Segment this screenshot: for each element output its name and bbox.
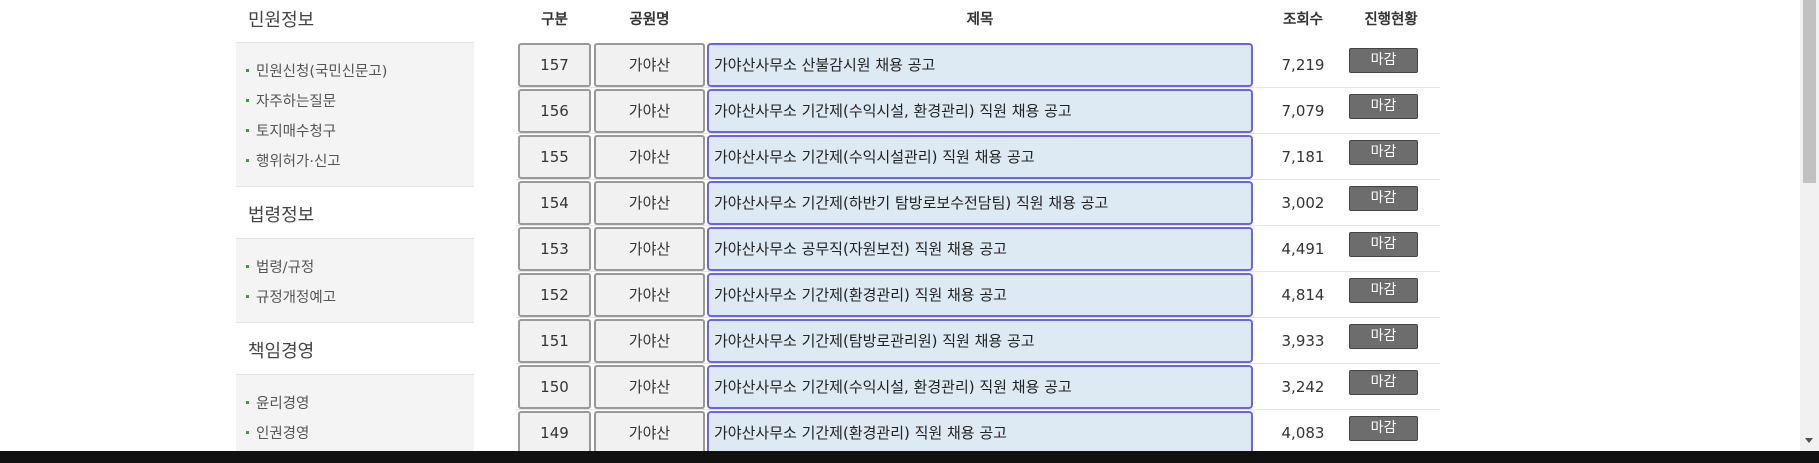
row-views: 4,491 bbox=[1281, 240, 1325, 258]
row-views: 4,083 bbox=[1281, 424, 1325, 442]
row-park: 가야산 bbox=[594, 181, 705, 225]
status-badge: 마감 bbox=[1349, 48, 1418, 73]
sidebar: 민원정보 민원신청(국민신문고) 자주하는질문 토지매수청구 행위허가·신고 법… bbox=[236, 0, 474, 463]
row-park: 가야산 bbox=[594, 411, 705, 455]
row-park: 가야산 bbox=[594, 43, 705, 87]
bottom-edge-bar bbox=[0, 451, 1819, 463]
sidebar-item-civil-petition[interactable]: 민원신청(국민신문고) bbox=[246, 60, 387, 81]
row-title-link[interactable]: 가야산사무소 기간제(수익시설, 환경관리) 직원 채용 공고 bbox=[707, 89, 1253, 133]
table-row: 155 가야산 가야산사무소 기간제(수익시설관리) 직원 채용 공고 7,18… bbox=[516, 134, 1440, 180]
bullet-icon bbox=[246, 400, 249, 404]
row-num: 151 bbox=[518, 319, 591, 363]
status-badge: 마감 bbox=[1349, 324, 1418, 349]
table-row: 150 가야산 가야산사무소 기간제(수익시설, 환경관리) 직원 채용 공고 … bbox=[516, 364, 1440, 410]
section-title-law: 법령정보 bbox=[248, 205, 315, 226]
vertical-scrollbar[interactable] bbox=[1800, 0, 1819, 451]
section-list-law: 법령/규정 규정개정예고 bbox=[236, 239, 474, 323]
table-row: 154 가야산 가야산사무소 기간제(하반기 탐방로보수전담팀) 직원 채용 공… bbox=[516, 180, 1440, 226]
row-num: 154 bbox=[518, 181, 591, 225]
row-num: 152 bbox=[518, 273, 591, 317]
row-num: 156 bbox=[518, 89, 591, 133]
section-header-civil: 민원정보 bbox=[236, 0, 474, 43]
row-num: 155 bbox=[518, 135, 591, 179]
row-num: 150 bbox=[518, 365, 591, 409]
table-row: 152 가야산 가야산사무소 기간제(환경관리) 직원 채용 공고 4,814 … bbox=[516, 272, 1440, 318]
row-park: 가야산 bbox=[594, 89, 705, 133]
status-badge: 마감 bbox=[1349, 94, 1418, 119]
bullet-icon bbox=[246, 264, 249, 268]
status-badge: 마감 bbox=[1349, 370, 1418, 395]
row-views: 3,002 bbox=[1281, 194, 1325, 212]
bullet-icon bbox=[246, 128, 249, 132]
status-badge: 마감 bbox=[1349, 186, 1418, 211]
row-title-link[interactable]: 가야산사무소 기간제(환경관리) 직원 채용 공고 bbox=[707, 411, 1253, 455]
row-park: 가야산 bbox=[594, 135, 705, 179]
row-views: 4,814 bbox=[1281, 286, 1325, 304]
section-header-law: 법령정보 bbox=[236, 187, 474, 239]
table-header: 구분 공원명 제목 조회수 진행현황 bbox=[516, 0, 1440, 42]
table-row: 151 가야산 가야산사무소 기간제(탐방로관리원) 직원 채용 공고 3,93… bbox=[516, 318, 1440, 364]
row-views: 7,079 bbox=[1281, 102, 1325, 120]
bullet-icon bbox=[246, 98, 249, 102]
section-title-civil: 민원정보 bbox=[248, 10, 315, 31]
table-row: 149 가야산 가야산사무소 기간제(환경관리) 직원 채용 공고 4,083 … bbox=[516, 410, 1440, 456]
row-park: 가야산 bbox=[594, 273, 705, 317]
status-badge: 마감 bbox=[1349, 232, 1418, 257]
row-park: 가야산 bbox=[594, 227, 705, 271]
header-num: 구분 bbox=[541, 12, 568, 28]
row-views: 7,181 bbox=[1281, 148, 1325, 166]
section-header-management: 책임경영 bbox=[236, 323, 474, 375]
sidebar-item-faq[interactable]: 자주하는질문 bbox=[246, 90, 336, 111]
row-park: 가야산 bbox=[594, 319, 705, 363]
header-status: 진행현황 bbox=[1364, 12, 1418, 28]
row-num: 153 bbox=[518, 227, 591, 271]
status-badge: 마감 bbox=[1349, 278, 1418, 303]
row-num: 149 bbox=[518, 411, 591, 455]
row-title-link[interactable]: 가야산사무소 기간제(탐방로관리원) 직원 채용 공고 bbox=[707, 319, 1253, 363]
row-title-link[interactable]: 가야산사무소 기간제(하반기 탐방로보수전담팀) 직원 채용 공고 bbox=[707, 181, 1253, 225]
sidebar-item-regulation-notice[interactable]: 규정개정예고 bbox=[246, 286, 336, 307]
section-list-management: 윤리경영 인권경영 bbox=[236, 375, 474, 463]
table-row: 153 가야산 가야산사무소 공무직(자원보전) 직원 채용 공고 4,491 … bbox=[516, 226, 1440, 272]
status-badge: 마감 bbox=[1349, 140, 1418, 165]
section-list-civil: 민원신청(국민신문고) 자주하는질문 토지매수청구 행위허가·신고 bbox=[236, 43, 474, 187]
row-title-link[interactable]: 가야산사무소 공무직(자원보전) 직원 채용 공고 bbox=[707, 227, 1253, 271]
row-title-link[interactable]: 가야산사무소 산불감시원 채용 공고 bbox=[707, 43, 1253, 87]
row-num: 157 bbox=[518, 43, 591, 87]
sidebar-item-ethics[interactable]: 윤리경영 bbox=[246, 392, 309, 413]
table-row: 156 가야산 가야산사무소 기간제(수익시설, 환경관리) 직원 채용 공고 … bbox=[516, 88, 1440, 134]
triangle-down-icon[interactable] bbox=[1805, 438, 1813, 443]
table-row: 157 가야산 가야산사무소 산불감시원 채용 공고 7,219 마감 bbox=[516, 42, 1440, 88]
row-views: 3,933 bbox=[1281, 332, 1325, 350]
sidebar-item-permit[interactable]: 행위허가·신고 bbox=[246, 150, 341, 171]
row-park: 가야산 bbox=[594, 365, 705, 409]
bullet-icon bbox=[246, 430, 249, 434]
row-title-link[interactable]: 가야산사무소 기간제(환경관리) 직원 채용 공고 bbox=[707, 273, 1253, 317]
row-title-link[interactable]: 가야산사무소 기간제(수익시설, 환경관리) 직원 채용 공고 bbox=[707, 365, 1253, 409]
section-title-management: 책임경영 bbox=[248, 341, 315, 362]
sidebar-item-human-rights[interactable]: 인권경영 bbox=[246, 422, 309, 443]
header-park: 공원명 bbox=[629, 12, 670, 28]
status-badge: 마감 bbox=[1349, 416, 1418, 441]
header-title: 제목 bbox=[966, 12, 994, 28]
sidebar-item-land-purchase[interactable]: 토지매수청구 bbox=[246, 120, 336, 141]
scrollbar-thumb[interactable] bbox=[1803, 0, 1816, 183]
sidebar-item-regulations[interactable]: 법령/규정 bbox=[246, 256, 314, 277]
bullet-icon bbox=[246, 294, 249, 298]
row-title-link[interactable]: 가야산사무소 기간제(수익시설관리) 직원 채용 공고 bbox=[707, 135, 1253, 179]
bullet-icon bbox=[246, 68, 249, 72]
bullet-icon bbox=[246, 158, 249, 162]
row-views: 7,219 bbox=[1281, 56, 1325, 74]
row-views: 3,242 bbox=[1281, 378, 1325, 396]
header-views: 조회수 bbox=[1282, 12, 1324, 28]
